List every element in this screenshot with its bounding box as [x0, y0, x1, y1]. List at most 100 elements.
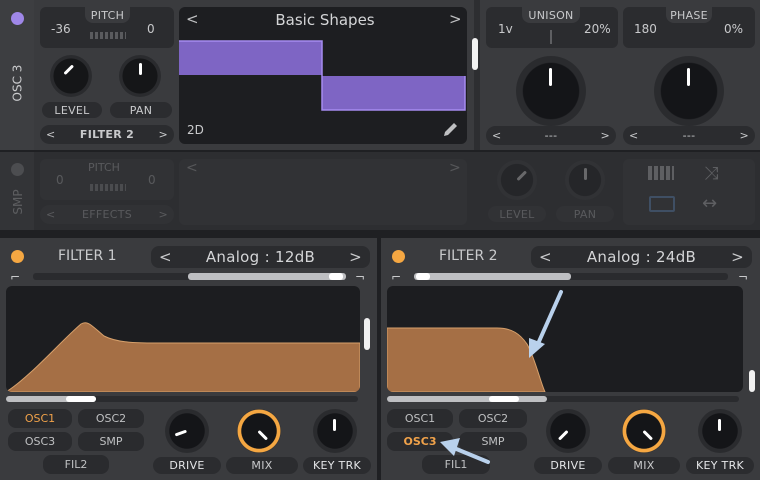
smp-level-knob[interactable]	[497, 160, 537, 200]
osc3-scrollbar[interactable]	[472, 38, 478, 70]
filter1-lowpass-icon[interactable]: ⌐	[10, 270, 20, 284]
phase-random[interactable]: 0%	[724, 22, 743, 36]
filter2-input-osc2[interactable]: OSC2	[459, 409, 527, 428]
smp-pitch-right[interactable]: 0	[148, 173, 156, 187]
arrow-left-icon[interactable]: <	[492, 129, 502, 142]
osc3-pitch-keyboard-icon	[90, 32, 126, 39]
filter2-model-select[interactable]: < Analog : 24dB >	[531, 246, 752, 268]
filter1-model-label: Analog : 12dB	[205, 248, 316, 266]
filter1-title: FILTER 1	[58, 248, 117, 264]
osc3-pan-knob[interactable]	[119, 55, 161, 97]
arrow-left-icon[interactable]: <	[46, 208, 56, 221]
unison-destination: ---	[544, 129, 558, 142]
smp-prev-icon[interactable]: <	[186, 160, 198, 176]
smp-pan-label: PAN	[556, 206, 614, 222]
arrow-right-icon[interactable]: >	[739, 129, 749, 142]
unison-detune[interactable]: 20%	[584, 22, 611, 36]
unison-center-line	[550, 30, 552, 44]
filter2-input-osc1[interactable]: OSC1	[387, 409, 453, 428]
filter2-blend-slider[interactable]	[414, 273, 728, 280]
filter2-lowpass-icon[interactable]: ⌐	[391, 270, 401, 284]
filter1-mix-knob[interactable]	[237, 409, 281, 453]
osc3-level-knob[interactable]	[50, 55, 92, 97]
osc3-level-label: LEVEL	[42, 102, 102, 118]
osc3-waveform	[179, 40, 466, 111]
arrow-right-icon[interactable]: >	[731, 248, 744, 266]
filter1-keytrk-label: KEY TRK	[303, 457, 371, 474]
filter2-highpass-icon[interactable]: ¬	[738, 270, 748, 284]
wavetable-mode[interactable]: 2D	[187, 123, 204, 137]
bounce-icon[interactable]: ↔	[702, 193, 717, 214]
filter2-cutoff-slider[interactable]	[387, 396, 739, 402]
arrow-left-icon[interactable]: <	[159, 248, 172, 266]
filter1-drive-label: DRIVE	[153, 457, 221, 474]
keyboard-icon[interactable]	[648, 166, 674, 180]
filter2-scrollbar[interactable]	[749, 370, 755, 392]
smp-destination-select[interactable]: < EFFECTS >	[40, 205, 174, 224]
smp-sample-display[interactable]	[179, 159, 467, 225]
arrow-left-icon[interactable]: <	[629, 129, 639, 142]
edit-pencil-icon[interactable]	[442, 120, 460, 138]
wavetable-next-icon[interactable]: >	[449, 10, 462, 28]
loop-icon[interactable]	[649, 196, 675, 212]
filter1-response-display[interactable]	[6, 286, 360, 392]
filter2-model-label: Analog : 24dB	[586, 248, 697, 266]
osc3-destination-label: FILTER 2	[79, 128, 135, 141]
phase-knob[interactable]	[654, 56, 724, 126]
filter2-keytrk-knob[interactable]	[698, 409, 742, 453]
filter2-keytrk-label: KEY TRK	[686, 457, 754, 474]
phase-destination-select[interactable]: < --- >	[623, 126, 755, 145]
osc3-power-button[interactable]	[11, 12, 24, 25]
waveform-bottom-half	[322, 76, 465, 110]
arrow-right-icon[interactable]: >	[349, 248, 362, 266]
filter1-input-osc2[interactable]: OSC2	[78, 409, 144, 428]
filter1-keytrk-knob[interactable]	[313, 409, 357, 453]
osc3-pitch-right[interactable]: 0	[147, 22, 155, 36]
filter1-scrollbar[interactable]	[364, 318, 370, 350]
unison-voices[interactable]: 1v	[498, 22, 513, 36]
annotation-arrow-filter-curve	[529, 290, 563, 358]
filter1-input-smp[interactable]: SMP	[78, 432, 144, 451]
filter1-model-select[interactable]: < Analog : 12dB >	[151, 246, 370, 268]
smp-next-icon[interactable]: >	[449, 160, 461, 176]
unison-knob[interactable]	[516, 56, 586, 126]
osc3-pitch-left[interactable]: -36	[51, 22, 71, 36]
arrow-right-icon[interactable]: >	[158, 208, 168, 221]
unison-destination-select[interactable]: < --- >	[486, 126, 616, 145]
smp-pan-knob[interactable]	[565, 160, 605, 200]
filter1-cutoff-slider[interactable]	[6, 396, 358, 402]
filter1-power-button[interactable]	[11, 250, 24, 263]
filter2-power-button[interactable]	[392, 250, 405, 263]
filter1-input-osc1[interactable]: OSC1	[8, 409, 72, 428]
filter2-drive-label: DRIVE	[534, 457, 602, 474]
osc3-destination-select[interactable]: < FILTER 2 >	[40, 125, 174, 144]
smp-level-label: LEVEL	[488, 206, 546, 222]
arrow-right-icon[interactable]: >	[158, 128, 168, 141]
filter2-mix-knob[interactable]	[622, 409, 666, 453]
filter2-title: FILTER 2	[439, 248, 498, 264]
wavetable-prev-icon[interactable]: <	[186, 10, 199, 28]
filter1-mix-label: MIX	[226, 457, 298, 474]
arrow-left-icon[interactable]: <	[46, 128, 56, 141]
filter1-response-curve	[6, 322, 360, 392]
smp-pitch-left[interactable]: 0	[56, 173, 64, 187]
filter1-drive-knob[interactable]	[165, 409, 209, 453]
arrow-right-icon[interactable]: >	[600, 129, 610, 142]
smp-power-button[interactable]	[11, 163, 24, 176]
osc3-title: OSC 3	[10, 64, 25, 102]
annotation-arrow-osc3-input	[440, 438, 490, 464]
phase-value[interactable]: 180	[634, 22, 657, 36]
unison-label: UNISON	[522, 7, 580, 23]
smp-keyboard-icon	[90, 184, 126, 191]
filter1-blend-slider[interactable]	[33, 273, 346, 280]
wavetable-name[interactable]: Basic Shapes	[230, 11, 420, 29]
arrow-left-icon[interactable]: <	[539, 248, 552, 266]
filter1-highpass-icon[interactable]: ¬	[355, 270, 365, 284]
smp-pitch-label: PITCH	[88, 161, 120, 174]
smp-options-box	[623, 159, 755, 225]
filter2-drive-knob[interactable]	[546, 409, 590, 453]
filter1-input-fil[interactable]: FIL2	[43, 455, 109, 474]
osc3-pan-label: PAN	[110, 102, 172, 118]
shuffle-icon[interactable]: ⤨	[704, 163, 718, 184]
filter1-input-osc3[interactable]: OSC3	[8, 432, 72, 451]
